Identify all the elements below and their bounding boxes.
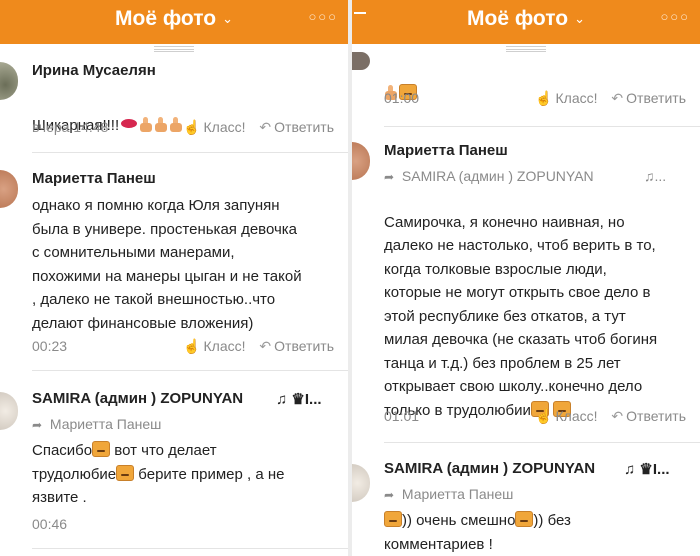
more-menu-icon[interactable]: ○○○ (308, 9, 338, 24)
left-screenshot: Моё фото ⌄ ○○○ Ирина Мусаелян Шикарная!!!… (0, 0, 348, 556)
comment-time: 00:46 (32, 516, 68, 532)
drag-handle[interactable] (506, 46, 546, 52)
reply-to[interactable]: ➦ Мариетта Панеш (384, 486, 513, 502)
like-button[interactable]: ☝ Класс! (183, 338, 245, 355)
comment-actions: ☝ Класс! ↶ Ответить (525, 408, 686, 425)
status-badge: ♫ ♛I... (276, 391, 322, 408)
chevron-down-icon: ⌄ (222, 11, 233, 26)
thumb-emoji-icon (139, 116, 153, 132)
reply-button[interactable]: ↶ Ответить (611, 408, 686, 425)
like-button[interactable]: ☝ Класс! (535, 408, 597, 425)
comment-time: 00:23 (32, 338, 68, 354)
comment-text: однако я помню когда Юля запунян была в … (32, 197, 302, 332)
reply-arrow-icon: ↶ (259, 338, 272, 354)
comment-author[interactable]: SAMIRA (админ ) ZOPUNYAN (384, 460, 595, 477)
comment-time: 01:00 (384, 90, 420, 106)
header-title[interactable]: Моё фото ⌄ (352, 7, 700, 31)
avatar[interactable] (0, 392, 18, 430)
laughing-emoji-icon (515, 511, 534, 527)
avatar[interactable] (0, 170, 18, 208)
comment-actions: ☝ Класс! ↶ Ответить (525, 90, 686, 107)
reply-button[interactable]: ↶ Ответить (611, 90, 686, 107)
comment-actions: ☝ Класс! ↶ Ответить (173, 119, 334, 136)
avatar[interactable] (352, 52, 370, 70)
status-badge: ♫ ♛I... (624, 461, 670, 478)
laughing-emoji-icon (384, 511, 402, 527)
divider (384, 442, 700, 443)
more-menu-icon[interactable]: ○○○ (660, 9, 690, 24)
comment-author[interactable]: SAMIRA (админ ) ZOPUNYAN (32, 390, 243, 407)
avatar[interactable] (352, 464, 370, 502)
status-badge: ♫... (644, 168, 667, 184)
divider (32, 370, 348, 371)
comment-author[interactable]: Мариетта Панеш (384, 142, 508, 159)
like-button[interactable]: ☝ Класс! (535, 90, 597, 107)
app-header: Моё фото ⌄ ○○○ (0, 0, 348, 44)
like-button[interactable]: ☝ Класс! (183, 119, 245, 136)
reply-arrow-icon: ↶ (611, 408, 624, 424)
reply-button[interactable]: ↶ Ответить (259, 338, 334, 355)
avatar[interactable] (0, 62, 18, 100)
reply-arrow-icon: ➦ (384, 488, 395, 502)
right-screenshot: Моё фото ⌄ ○○○ 01:00 ☝ Класс! ↶ Ответить Ма… (352, 0, 700, 556)
thumb-emoji-icon (154, 116, 168, 132)
comment-time: 01:01 (384, 408, 420, 424)
lips-emoji-icon (121, 118, 138, 128)
thumb-up-icon: ☝ (183, 338, 201, 354)
reply-arrow-icon: ↶ (259, 119, 272, 135)
divider (384, 126, 700, 127)
comment-author[interactable]: Ирина Мусаелян (32, 62, 156, 79)
reply-to[interactable]: ➦ SAMIRA (админ ) ZOPUNYAN (384, 168, 594, 184)
comment-actions: ☝ Класс! ↶ Ответить (173, 338, 334, 355)
header-title[interactable]: Моё фото ⌄ (0, 7, 348, 31)
reply-button[interactable]: ↶ Ответить (259, 119, 334, 136)
divider (32, 152, 348, 153)
comment-text: Спасибо вот что делает трудолюбие берите… (32, 441, 285, 506)
divider (32, 548, 348, 549)
laughing-emoji-icon (92, 441, 111, 457)
thumb-up-icon: ☝ (535, 90, 553, 106)
reply-to[interactable]: ➦ Мариетта Панеш (32, 416, 161, 432)
drag-handle[interactable] (154, 46, 194, 52)
chevron-down-icon: ⌄ (574, 11, 585, 26)
laughing-emoji-icon (116, 464, 135, 481)
comment-author[interactable]: Мариетта Панеш (32, 170, 156, 187)
app-header: Моё фото ⌄ ○○○ (352, 0, 700, 44)
comment-text: Самирочка, я конечно наивная, но далеко … (384, 213, 658, 419)
thumb-up-icon: ☝ (183, 119, 201, 135)
avatar[interactable] (352, 142, 370, 180)
reply-arrow-icon: ↶ (611, 90, 624, 106)
reply-arrow-icon: ➦ (384, 170, 395, 184)
comment-time: вчера 14:48 (32, 119, 109, 135)
comment-text: )) очень смешно)) без комментариев ! (384, 511, 571, 553)
reply-arrow-icon: ➦ (32, 418, 43, 432)
thumb-up-icon: ☝ (535, 408, 553, 424)
